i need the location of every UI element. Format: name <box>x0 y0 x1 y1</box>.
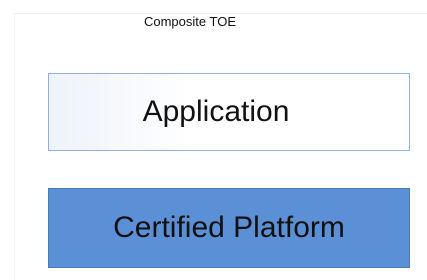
application-layer-box: Application <box>48 73 410 151</box>
application-layer-label: Application <box>142 95 290 128</box>
left-border-line <box>14 13 15 280</box>
diagram-canvas: Composite TOE Application Certified Plat… <box>0 0 427 280</box>
diagram-title: Composite TOE <box>143 14 236 29</box>
certified-platform-layer-box: Certified Platform <box>48 188 410 268</box>
certified-platform-layer-label: Certified Platform <box>113 211 345 244</box>
